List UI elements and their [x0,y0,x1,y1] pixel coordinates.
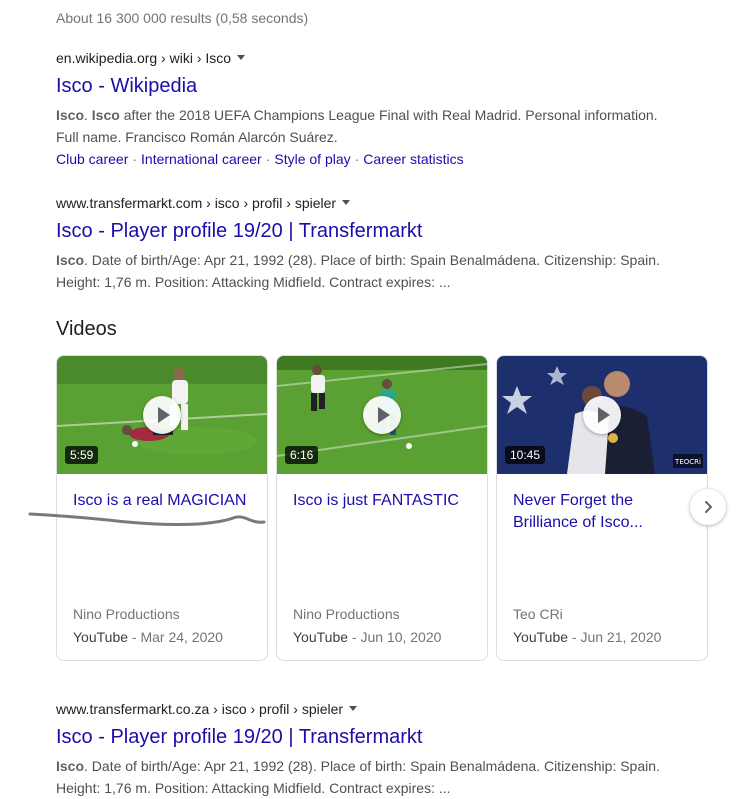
video-platform: YouTube [513,629,569,645]
search-result: www.transfermarkt.com › isco › profil › … [56,193,676,293]
video-card[interactable]: 6:16 Isco is just FANTASTIC Nino Product… [276,355,488,661]
play-icon[interactable] [143,396,181,434]
result-snippet: Isco. Isco after the 2018 UEFA Champions… [56,104,676,148]
sitelink-style-of-play[interactable]: Style of play [274,151,350,167]
videos-heading: Videos [56,318,117,340]
result-title[interactable]: Isco - Player profile 19/20 | Transferma… [56,218,676,244]
sitelink-career-statistics[interactable]: Career statistics [363,151,463,167]
video-thumbnail[interactable]: TEOCRi 10:45 [497,356,707,474]
video-platform: YouTube [293,629,349,645]
video-source: Teo CRi [513,606,563,622]
snippet-keyword: Isco [91,107,120,123]
snippet-keyword: Isco [56,107,85,123]
result-title[interactable]: Isco - Wikipedia [56,73,676,99]
chevron-right-icon [705,501,712,513]
result-snippet: Isco. Date of birth/Age: Apr 21, 1992 (2… [56,249,676,293]
snippet-keyword: Isco [56,758,85,774]
sitelink-separator: · [132,151,138,167]
result-cite[interactable]: www.transfermarkt.com › isco › profil › … [56,193,676,213]
snippet-sep: . [84,107,92,123]
result-url: www.transfermarkt.co.za › isco › profil … [56,701,344,717]
caret-down-icon[interactable] [342,199,351,205]
video-meta: YouTube - Mar 24, 2020 [73,629,223,645]
play-icon[interactable] [583,396,621,434]
caret-down-icon[interactable] [237,54,246,60]
result-url: www.transfermarkt.com › isco › profil › … [56,195,337,211]
search-result: www.transfermarkt.co.za › isco › profil … [56,699,676,799]
video-meta: YouTube - Jun 10, 2020 [293,629,441,645]
video-card[interactable]: 5:59 Isco is a real MAGICIAN Nino Produc… [56,355,268,661]
video-duration: 10:45 [505,446,546,464]
video-thumbnail[interactable]: 5:59 [57,356,267,474]
video-watermark: TEOCRi [674,458,701,466]
results-stats: About 16 300 000 results (0,58 seconds) [56,10,309,26]
sitelinks: Club career · International career · Style o… [56,148,676,170]
video-source: Nino Productions [293,606,400,622]
video-meta: YouTube - Jun 21, 2020 [513,629,661,645]
video-card[interactable]: TEOCRi 10:45 Never Forget the Brilliance… [496,355,708,661]
search-result: en.wikipedia.org › wiki › Isco Isco - Wi… [56,48,676,170]
caret-down-icon[interactable] [349,705,358,711]
video-title[interactable]: Isco is a real MAGICIAN [73,490,255,512]
result-title[interactable]: Isco - Player profile 19/20 | Transferma… [56,724,676,750]
video-title[interactable]: Isco is just FANTASTIC [293,490,475,512]
carousel-next-button[interactable] [690,489,726,525]
video-date: - Jun 10, 2020 [348,629,442,645]
sitelink-separator: · [354,151,360,167]
sitelink-club-career[interactable]: Club career [56,151,128,167]
video-source: Nino Productions [73,606,180,622]
video-title[interactable]: Never Forget the Brilliance of Isco... [513,490,695,534]
video-thumbnail[interactable]: 6:16 [277,356,487,474]
result-cite[interactable]: www.transfermarkt.co.za › isco › profil … [56,699,676,719]
snippet-text: after the 2018 UEFA Champions League Fin… [56,107,658,145]
snippet-text: . Date of birth/Age: Apr 21, 1992 (28). … [56,252,660,290]
video-date: - Jun 21, 2020 [568,629,662,645]
snippet-keyword: Isco [56,252,85,268]
snippet-text: . Date of birth/Age: Apr 21, 1992 (28). … [56,758,660,796]
play-icon[interactable] [363,396,401,434]
sitelink-international-career[interactable]: International career [141,151,262,167]
result-cite[interactable]: en.wikipedia.org › wiki › Isco [56,48,676,68]
video-platform: YouTube [73,629,129,645]
sitelink-separator: · [265,151,271,167]
result-snippet: Isco. Date of birth/Age: Apr 21, 1992 (2… [56,755,676,799]
video-duration: 5:59 [65,446,99,464]
result-url: en.wikipedia.org › wiki › Isco [56,50,232,66]
video-date: - Mar 24, 2020 [128,629,223,645]
video-duration: 6:16 [285,446,319,464]
